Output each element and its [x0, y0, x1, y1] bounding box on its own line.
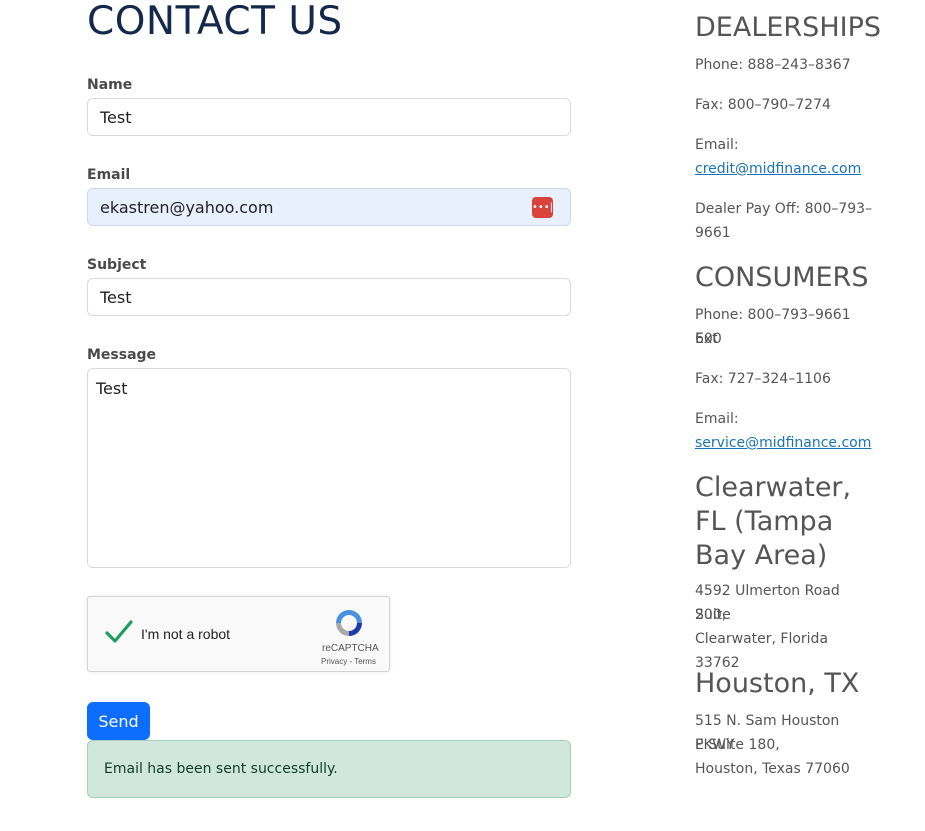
message-value: Test [96, 379, 128, 398]
checkmark-icon[interactable] [104, 617, 134, 647]
email-label: Email [87, 167, 131, 183]
captcha-label: I'm not a robot [141, 626, 231, 642]
captcha-brand: reCAPTCHA [322, 643, 379, 654]
clearwater-address-line2: 200, [695, 607, 727, 623]
consumers-email-link[interactable]: service@midfinance.com [695, 431, 875, 455]
recaptcha-widget[interactable]: I'm not a robot reCAPTCHA Privacy - Term… [87, 596, 390, 672]
page-title: CONTACT US [87, 0, 343, 44]
consumers-email-label: Email: [695, 411, 739, 427]
dealer-payoff-line2: 9661 [695, 225, 731, 241]
dealerships-email-label: Email: [695, 137, 739, 153]
name-field[interactable]: Test [87, 98, 571, 136]
captcha-privacy-terms-links[interactable]: Privacy - Terms [321, 657, 376, 666]
success-message: Email has been sent successfully. [104, 761, 338, 777]
dealer-payoff-line1: Dealer Pay Off: 800–793– [695, 201, 873, 217]
consumers-phone-line2: 600 [695, 331, 722, 347]
clearwater-heading-line2: FL (Tampa [695, 506, 834, 537]
clearwater-heading-line1: Clearwater, [695, 472, 852, 503]
consumers-fax: Fax: 727–324–1106 [695, 371, 831, 387]
name-value: Test [100, 107, 132, 127]
consumers-heading: CONSUMERS [695, 262, 869, 293]
message-textarea[interactable]: Test [87, 368, 571, 568]
dealerships-fax: Fax: 800–790–7274 [695, 97, 831, 113]
dealerships-email-link[interactable]: credit@midfinance.com [695, 157, 875, 181]
email-value: ekastren@yahoo.com [100, 197, 274, 217]
subject-label: Subject [87, 257, 147, 273]
dealerships-heading: DEALERSHIPS [695, 12, 882, 43]
houston-address-line3: Houston, Texas 77060 [695, 761, 850, 777]
message-label: Message [87, 347, 157, 363]
houston-address-line2: E Suite 180, [695, 737, 780, 753]
name-label: Name [87, 77, 133, 93]
recaptcha-logo-icon [336, 610, 362, 636]
dealerships-phone: Phone: 888–243–8367 [695, 57, 851, 73]
clearwater-heading-line3: Bay Area) [695, 540, 828, 571]
houston-heading: Houston, TX [695, 668, 860, 699]
subject-field[interactable]: Test [87, 278, 571, 316]
subject-value: Test [100, 287, 132, 307]
password-manager-icon[interactable]: •••| [532, 197, 553, 218]
success-alert: Email has been sent successfully. [87, 740, 571, 798]
send-button[interactable]: Send [87, 702, 150, 740]
email-field[interactable]: ekastren@yahoo.com •••| [87, 188, 571, 226]
